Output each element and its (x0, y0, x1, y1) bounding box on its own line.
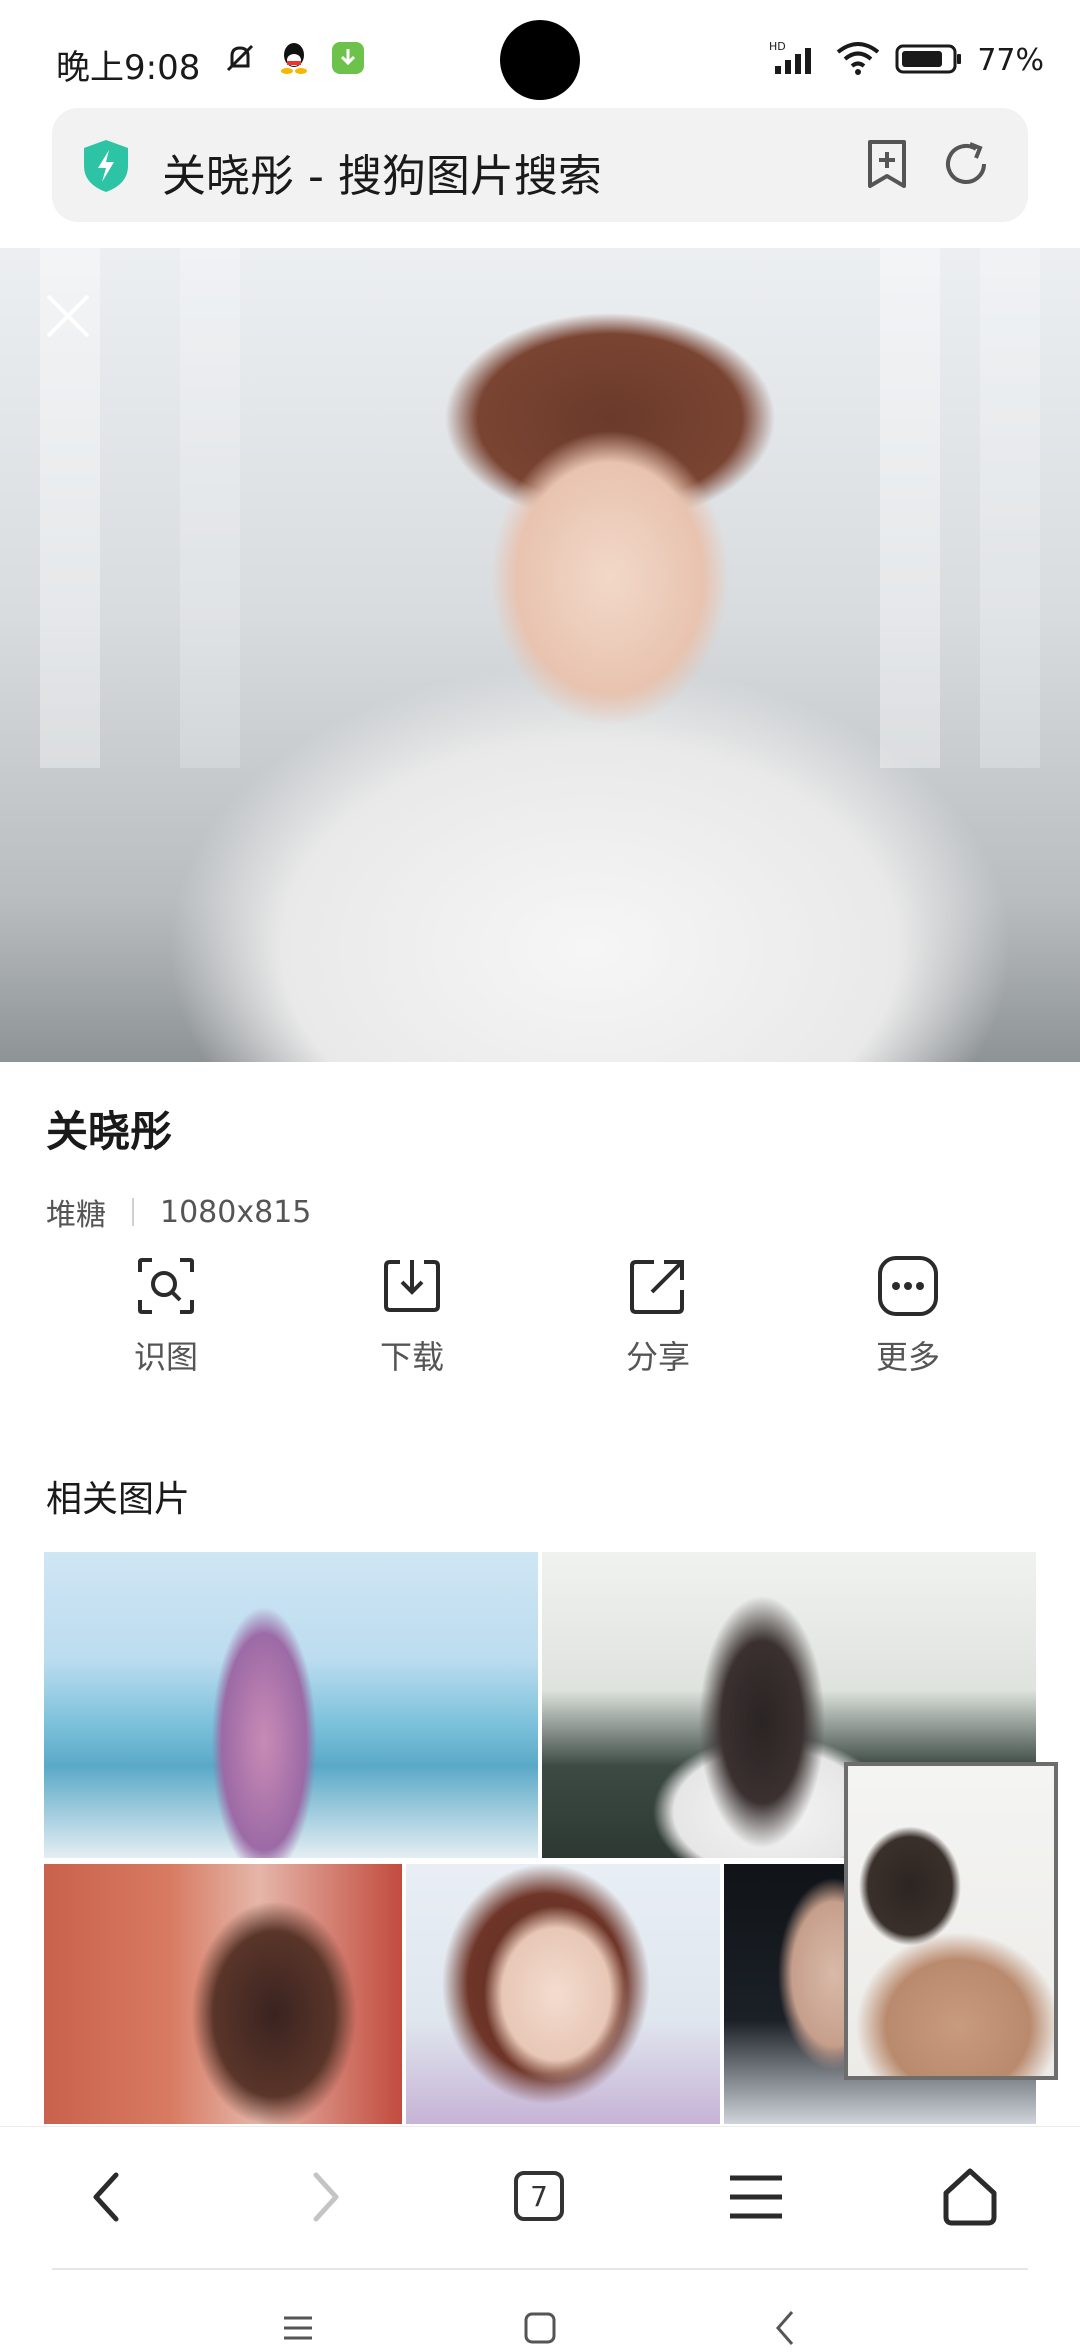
home-icon (943, 2168, 997, 2226)
status-icons-right: HD 77% (769, 40, 1044, 80)
image-dimensions: 1080x815 (160, 1194, 312, 1230)
download-icon (384, 1260, 440, 1312)
more-button[interactable]: 更多 (828, 1254, 988, 1378)
action-label: 识图 (133, 1338, 198, 1376)
recent-apps-button[interactable] (278, 2308, 318, 2348)
image-source[interactable]: 堆糖 (46, 1190, 106, 1234)
status-time: 晚上9:08 (56, 48, 201, 88)
toolbar-divider (52, 2268, 1028, 2270)
image-detail (980, 248, 1040, 768)
address-title[interactable]: 关晓彤 - 搜狗图片搜索 (162, 140, 602, 204)
system-back-button[interactable] (766, 2308, 806, 2348)
address-bar[interactable]: 关晓彤 - 搜狗图片搜索 (52, 108, 1028, 222)
video-call-window[interactable] (844, 1762, 1058, 2080)
image-search-icon (138, 1258, 194, 1314)
share-button[interactable]: 分享 (578, 1254, 738, 1378)
menu-button[interactable] (726, 2167, 786, 2227)
shield-icon[interactable] (80, 138, 132, 194)
action-label: 更多 (875, 1338, 940, 1376)
chevron-right-icon (313, 2172, 339, 2222)
mute-icon (222, 40, 258, 76)
bookmark-add-icon[interactable] (862, 138, 912, 190)
image-search-button[interactable]: 识图 (86, 1254, 246, 1378)
bottom-toolbar: 7 (0, 2126, 1080, 2267)
network-label: HD (769, 40, 786, 53)
wifi-icon (835, 40, 881, 80)
battery-percent: 77% (977, 42, 1044, 78)
image-detail (180, 248, 240, 768)
back-button[interactable] (76, 2167, 136, 2227)
action-label: 下载 (379, 1338, 444, 1376)
related-image[interactable] (406, 1864, 720, 2124)
signal-icon: HD (769, 40, 821, 80)
image-title: 关晓彤 (46, 1107, 173, 1156)
download-button[interactable]: 下载 (332, 1254, 492, 1378)
image-meta: 堆糖 1080x815 (46, 1190, 311, 1234)
battery-icon (895, 40, 963, 80)
system-home-button[interactable] (520, 2308, 560, 2348)
back-icon (776, 2311, 794, 2345)
close-icon[interactable] (44, 292, 92, 340)
qq-icon (276, 40, 312, 76)
meta-divider (132, 1198, 134, 1226)
action-bar: 识图 下载 分享 更多 (0, 1254, 1080, 1384)
more-icon (878, 1256, 938, 1316)
square-icon (524, 2312, 556, 2344)
action-label: 分享 (625, 1338, 690, 1376)
download-app-icon (330, 40, 366, 76)
menu-icon (730, 2175, 782, 2219)
share-icon (630, 1260, 684, 1314)
forward-button[interactable] (296, 2167, 356, 2227)
chevron-left-icon (93, 2172, 119, 2222)
image-detail (880, 248, 940, 768)
status-bar: 晚上9:08 HD 77% (0, 0, 1080, 100)
status-icons-left (222, 40, 366, 76)
system-navigation (0, 2290, 1080, 2346)
related-title: 相关图片 (46, 1479, 191, 1520)
tabs-button[interactable]: 7 (514, 2171, 564, 2221)
recent-apps-icon (284, 2316, 312, 2340)
related-image[interactable] (44, 1552, 538, 1858)
related-image[interactable] (44, 1864, 402, 2124)
home-button[interactable] (940, 2167, 1000, 2227)
main-image[interactable] (0, 248, 1080, 1062)
front-camera (500, 20, 580, 100)
reload-icon[interactable] (940, 138, 992, 190)
